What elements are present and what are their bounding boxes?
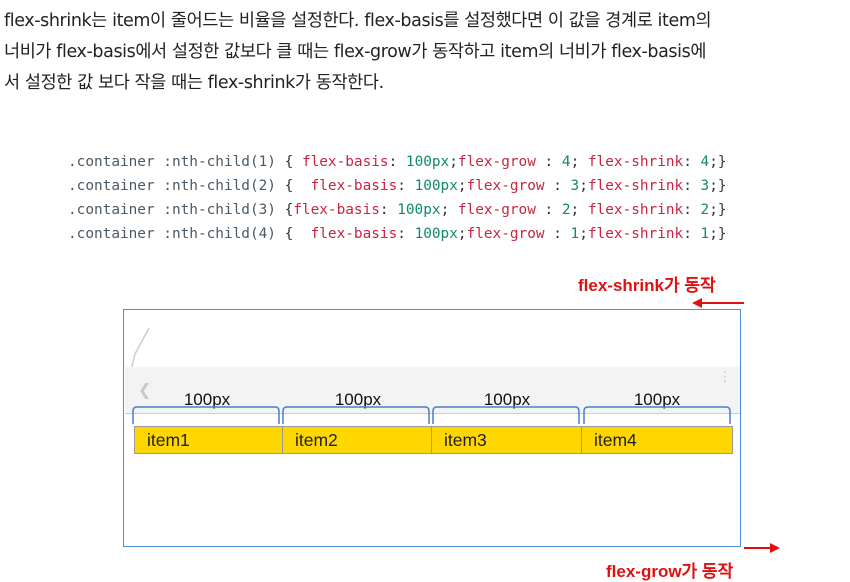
code-property: flex-basis	[293, 202, 380, 218]
code-value: 3	[700, 178, 710, 194]
flex-item-4: item4	[581, 426, 733, 454]
code-value: 100px	[397, 202, 441, 218]
code-selector: .container :nth-child(1)	[68, 154, 276, 170]
code-value: 1	[700, 226, 710, 242]
code-line: .container :nth-child(2) { flex-basis: 1…	[68, 178, 727, 194]
brace-1	[132, 406, 280, 424]
code-brace-open: {	[275, 178, 311, 194]
code-brace-open: {	[275, 154, 302, 170]
code-value: 100px	[414, 178, 458, 194]
flex-item-3: item3	[431, 426, 582, 454]
flex-item-1: item1	[134, 426, 283, 454]
code-selector: .container :nth-child(2)	[68, 178, 276, 194]
code-value: 1	[570, 226, 580, 242]
flex-grow-label: flex-grow가 동작	[606, 562, 734, 581]
code-property: flex-shrink	[587, 178, 684, 194]
code-selector: .container :nth-child(3)	[68, 202, 276, 218]
paragraph-line: flex-shrink는 item이 줄어드는 비율을 설정한다. flex-b…	[4, 11, 712, 31]
brace-3	[432, 406, 580, 424]
code-value: 4	[561, 154, 571, 170]
menu-dots-icon: ⋮	[718, 369, 732, 385]
code-property: flex-grow	[457, 154, 536, 170]
code-value: 100px	[414, 226, 458, 242]
code-value: 100px	[405, 154, 450, 170]
code-property: flex-shrink	[587, 226, 684, 242]
code-line: .container :nth-child(3) {flex-basis: 10…	[68, 202, 727, 218]
code-property: flex-basis	[301, 154, 389, 170]
code-line: .container :nth-child(1) { flex-basis: 1…	[68, 154, 727, 170]
code-property: flex-shrink	[587, 202, 684, 218]
flex-shrink-label: flex-shrink가 동작	[578, 276, 716, 295]
basis-braces	[132, 406, 731, 424]
code-line: .container :nth-child(4) { flex-basis: 1…	[68, 226, 727, 242]
css-code-block: .container :nth-child(1) { flex-basis: 1…	[68, 150, 727, 246]
code-property: flex-grow	[466, 226, 545, 242]
code-value: 2	[700, 202, 710, 218]
code-value: 3	[570, 178, 580, 194]
brace-2	[282, 406, 430, 424]
tab-corner-icon	[130, 327, 150, 371]
code-property: flex-basis	[310, 178, 398, 194]
code-property: flex-basis	[310, 226, 398, 242]
paragraph-line: 너비가 flex-basis에서 설정한 값보다 클 때는 flex-grow가…	[4, 42, 707, 62]
code-brace-open: {	[275, 226, 311, 242]
description-paragraph: flex-shrink는 item이 줄어드는 비율을 설정한다. flex-b…	[4, 6, 846, 99]
code-property: flex-grow	[457, 202, 536, 218]
code-property: flex-grow	[466, 178, 545, 194]
code-value: 2	[561, 202, 571, 218]
brace-4	[583, 406, 731, 424]
shrink-arrow-icon	[692, 298, 744, 308]
code-brace-open: {	[275, 202, 294, 218]
code-selector: .container :nth-child(4)	[68, 226, 276, 242]
code-property: flex-shrink	[587, 154, 684, 170]
flex-item-2: item2	[282, 426, 432, 454]
paragraph-line: 서 설정한 값 보다 작을 때는 flex-shrink가 동작한다.	[4, 73, 384, 93]
grow-arrow-icon	[744, 543, 780, 553]
code-value: 4	[700, 154, 710, 170]
